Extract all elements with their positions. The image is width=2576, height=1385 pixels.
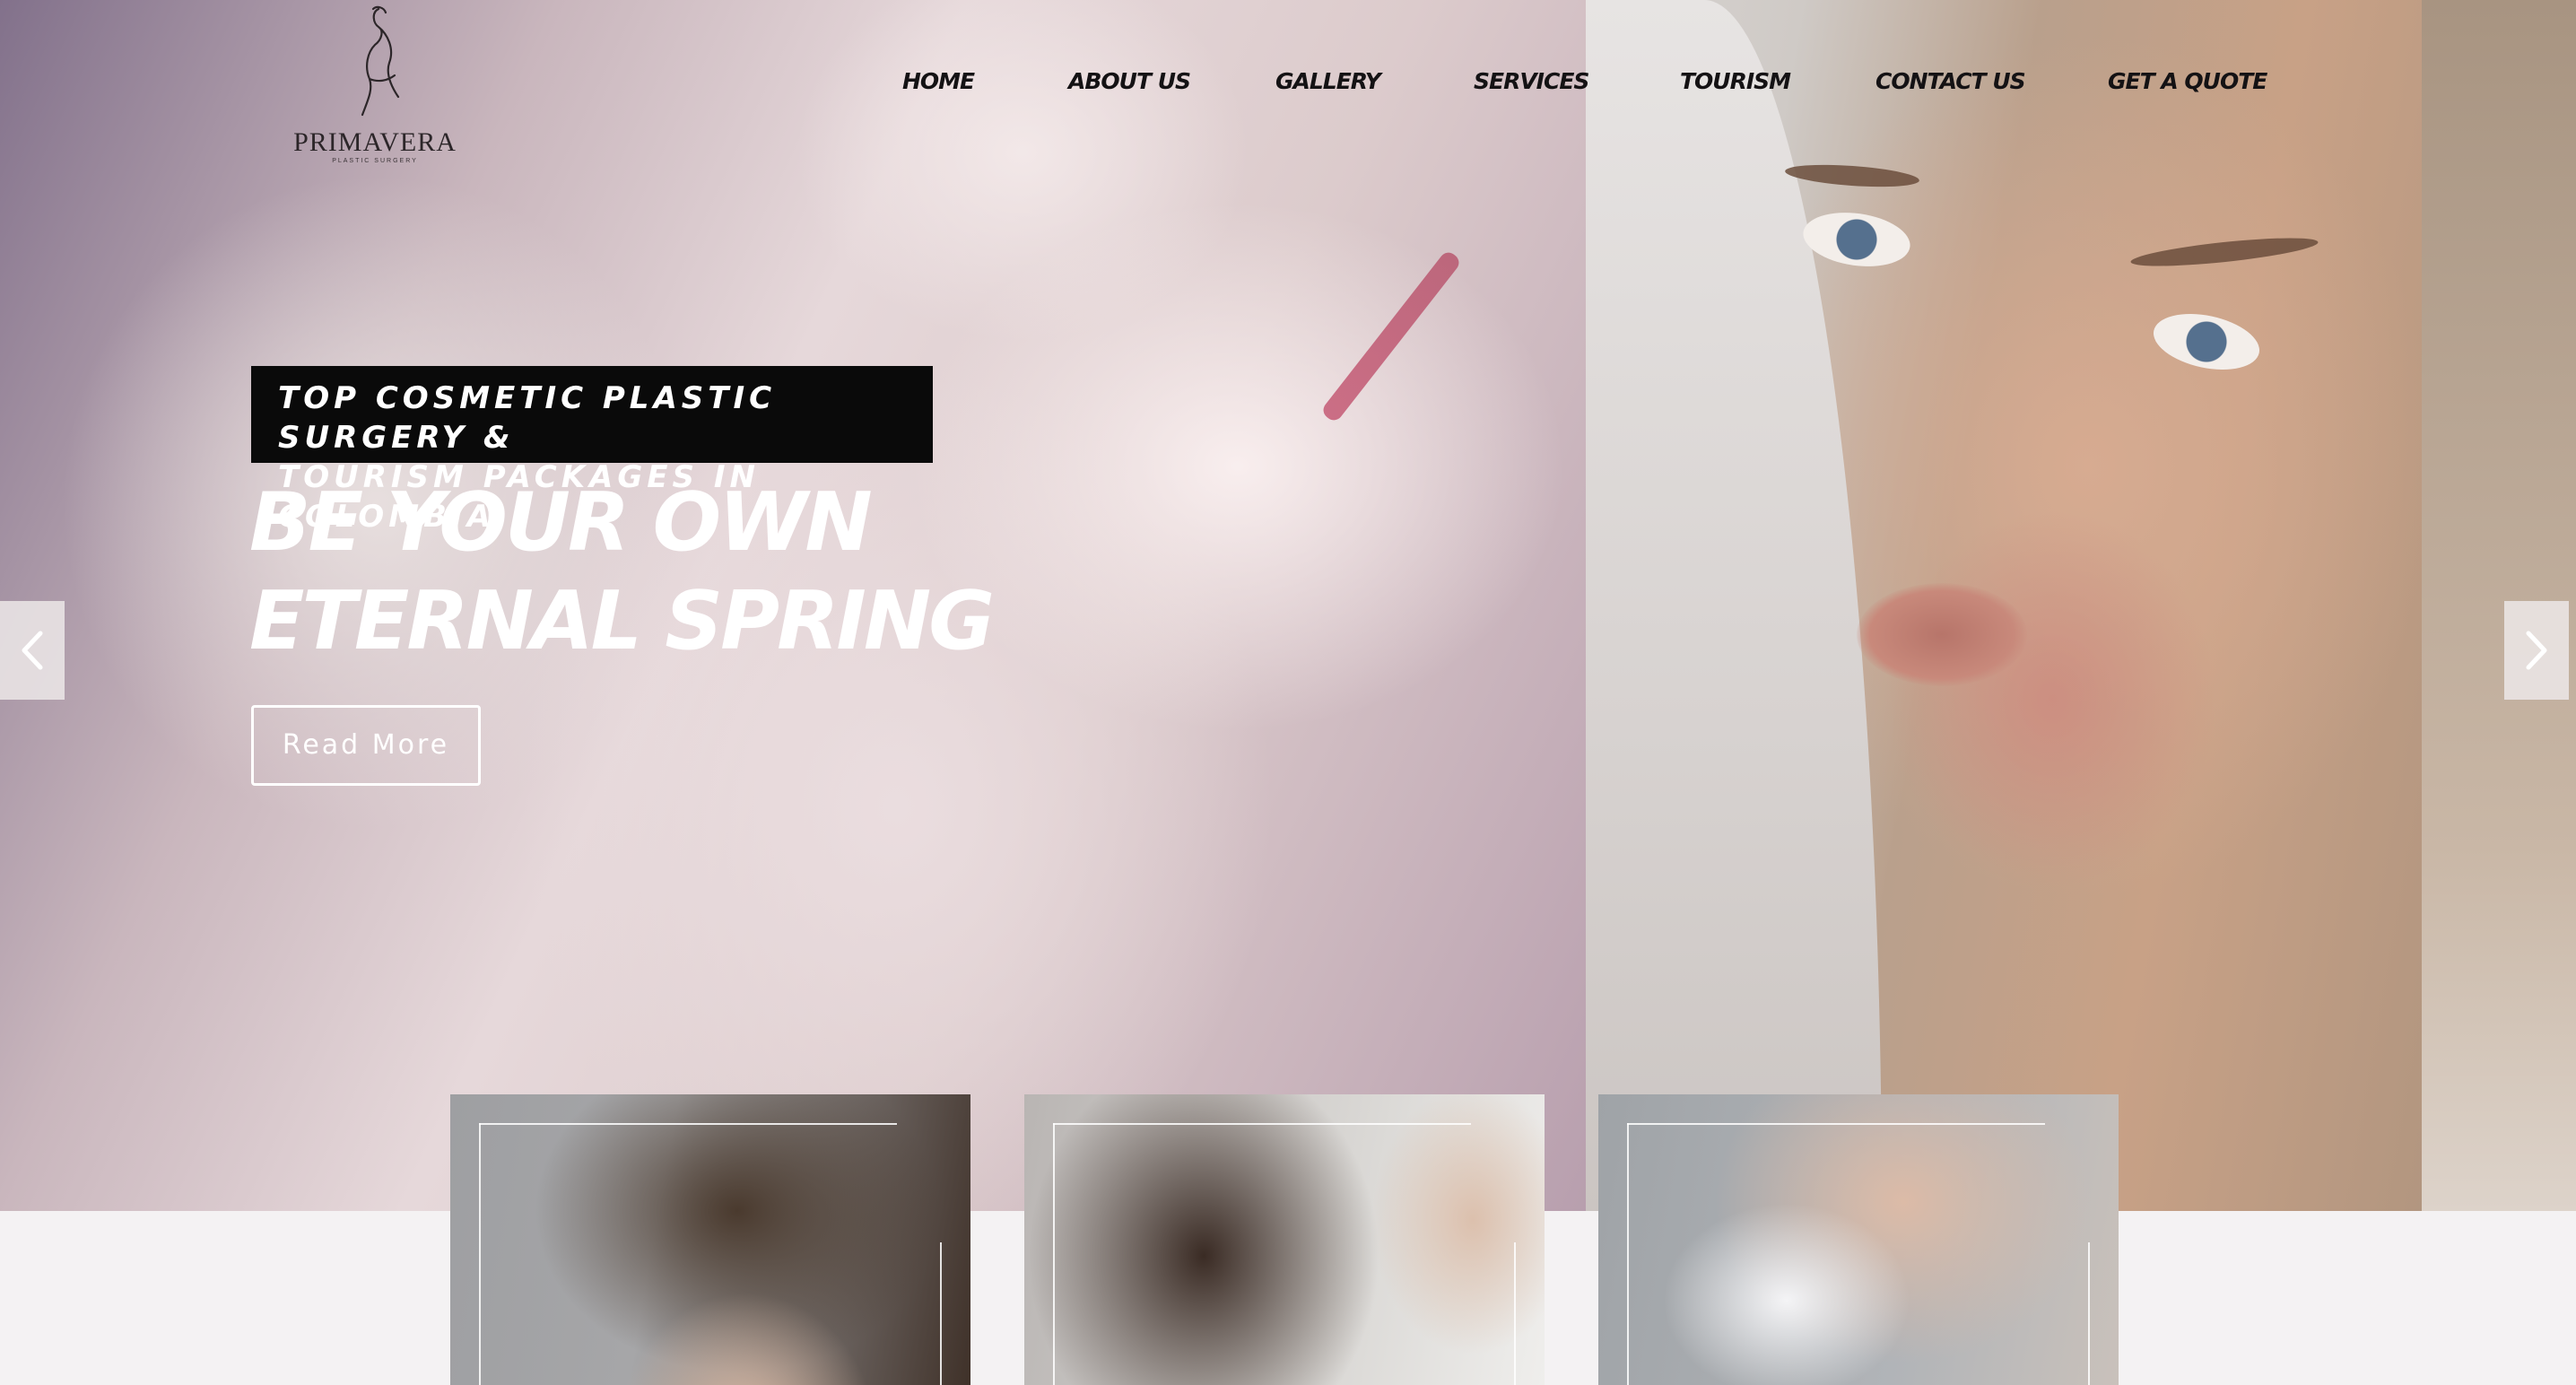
nav-tourism[interactable]: TOURISM — [1680, 68, 1791, 94]
chevron-right-icon — [2526, 631, 2547, 670]
nav-get-a-quote[interactable]: GET A QUOTE — [2108, 68, 2267, 94]
card-frame-line — [2088, 1242, 2090, 1385]
card-frame-line — [1627, 1123, 1629, 1385]
slider-prev-button[interactable] — [0, 601, 65, 700]
service-card-body[interactable] — [1024, 1094, 1545, 1385]
hero-headline: BE YOUR OWN ETERNAL SPRING — [249, 475, 995, 668]
nav-home[interactable]: HOME — [902, 68, 975, 94]
model-lips — [1857, 583, 2027, 686]
nav-contact-us[interactable]: CONTACT US — [1875, 68, 2026, 94]
card-frame-line — [1514, 1242, 1516, 1385]
read-more-button[interactable]: Read More — [251, 705, 481, 786]
slider-next-button[interactable] — [2504, 601, 2569, 700]
main-nav: HOME ABOUT US GALLERY SERVICES TOURISM C… — [0, 68, 2576, 104]
card-frame-line — [1627, 1123, 2045, 1125]
nav-services[interactable]: SERVICES — [1474, 68, 1589, 94]
service-card-face[interactable] — [450, 1094, 970, 1385]
logo-tagline: PLASTIC SURGERY — [332, 158, 418, 164]
card-frame-line — [1053, 1123, 1055, 1385]
service-card-breast[interactable] — [1598, 1094, 2119, 1385]
hero-tagline-box: TOP COSMETIC PLASTIC SURGERY & TOURISM P… — [251, 366, 933, 535]
figure-silhouette-icon — [361, 5, 400, 117]
card-frame-line — [479, 1123, 481, 1385]
card-frame-line — [940, 1242, 942, 1385]
nav-gallery[interactable]: GALLERY — [1275, 68, 1381, 94]
card-frame-line — [1053, 1123, 1471, 1125]
nav-about-us[interactable]: ABOUT US — [1068, 68, 1191, 94]
chevron-left-icon — [22, 631, 43, 670]
logo-name: PRIMAVERA — [293, 127, 457, 157]
card-frame-line — [479, 1123, 897, 1125]
